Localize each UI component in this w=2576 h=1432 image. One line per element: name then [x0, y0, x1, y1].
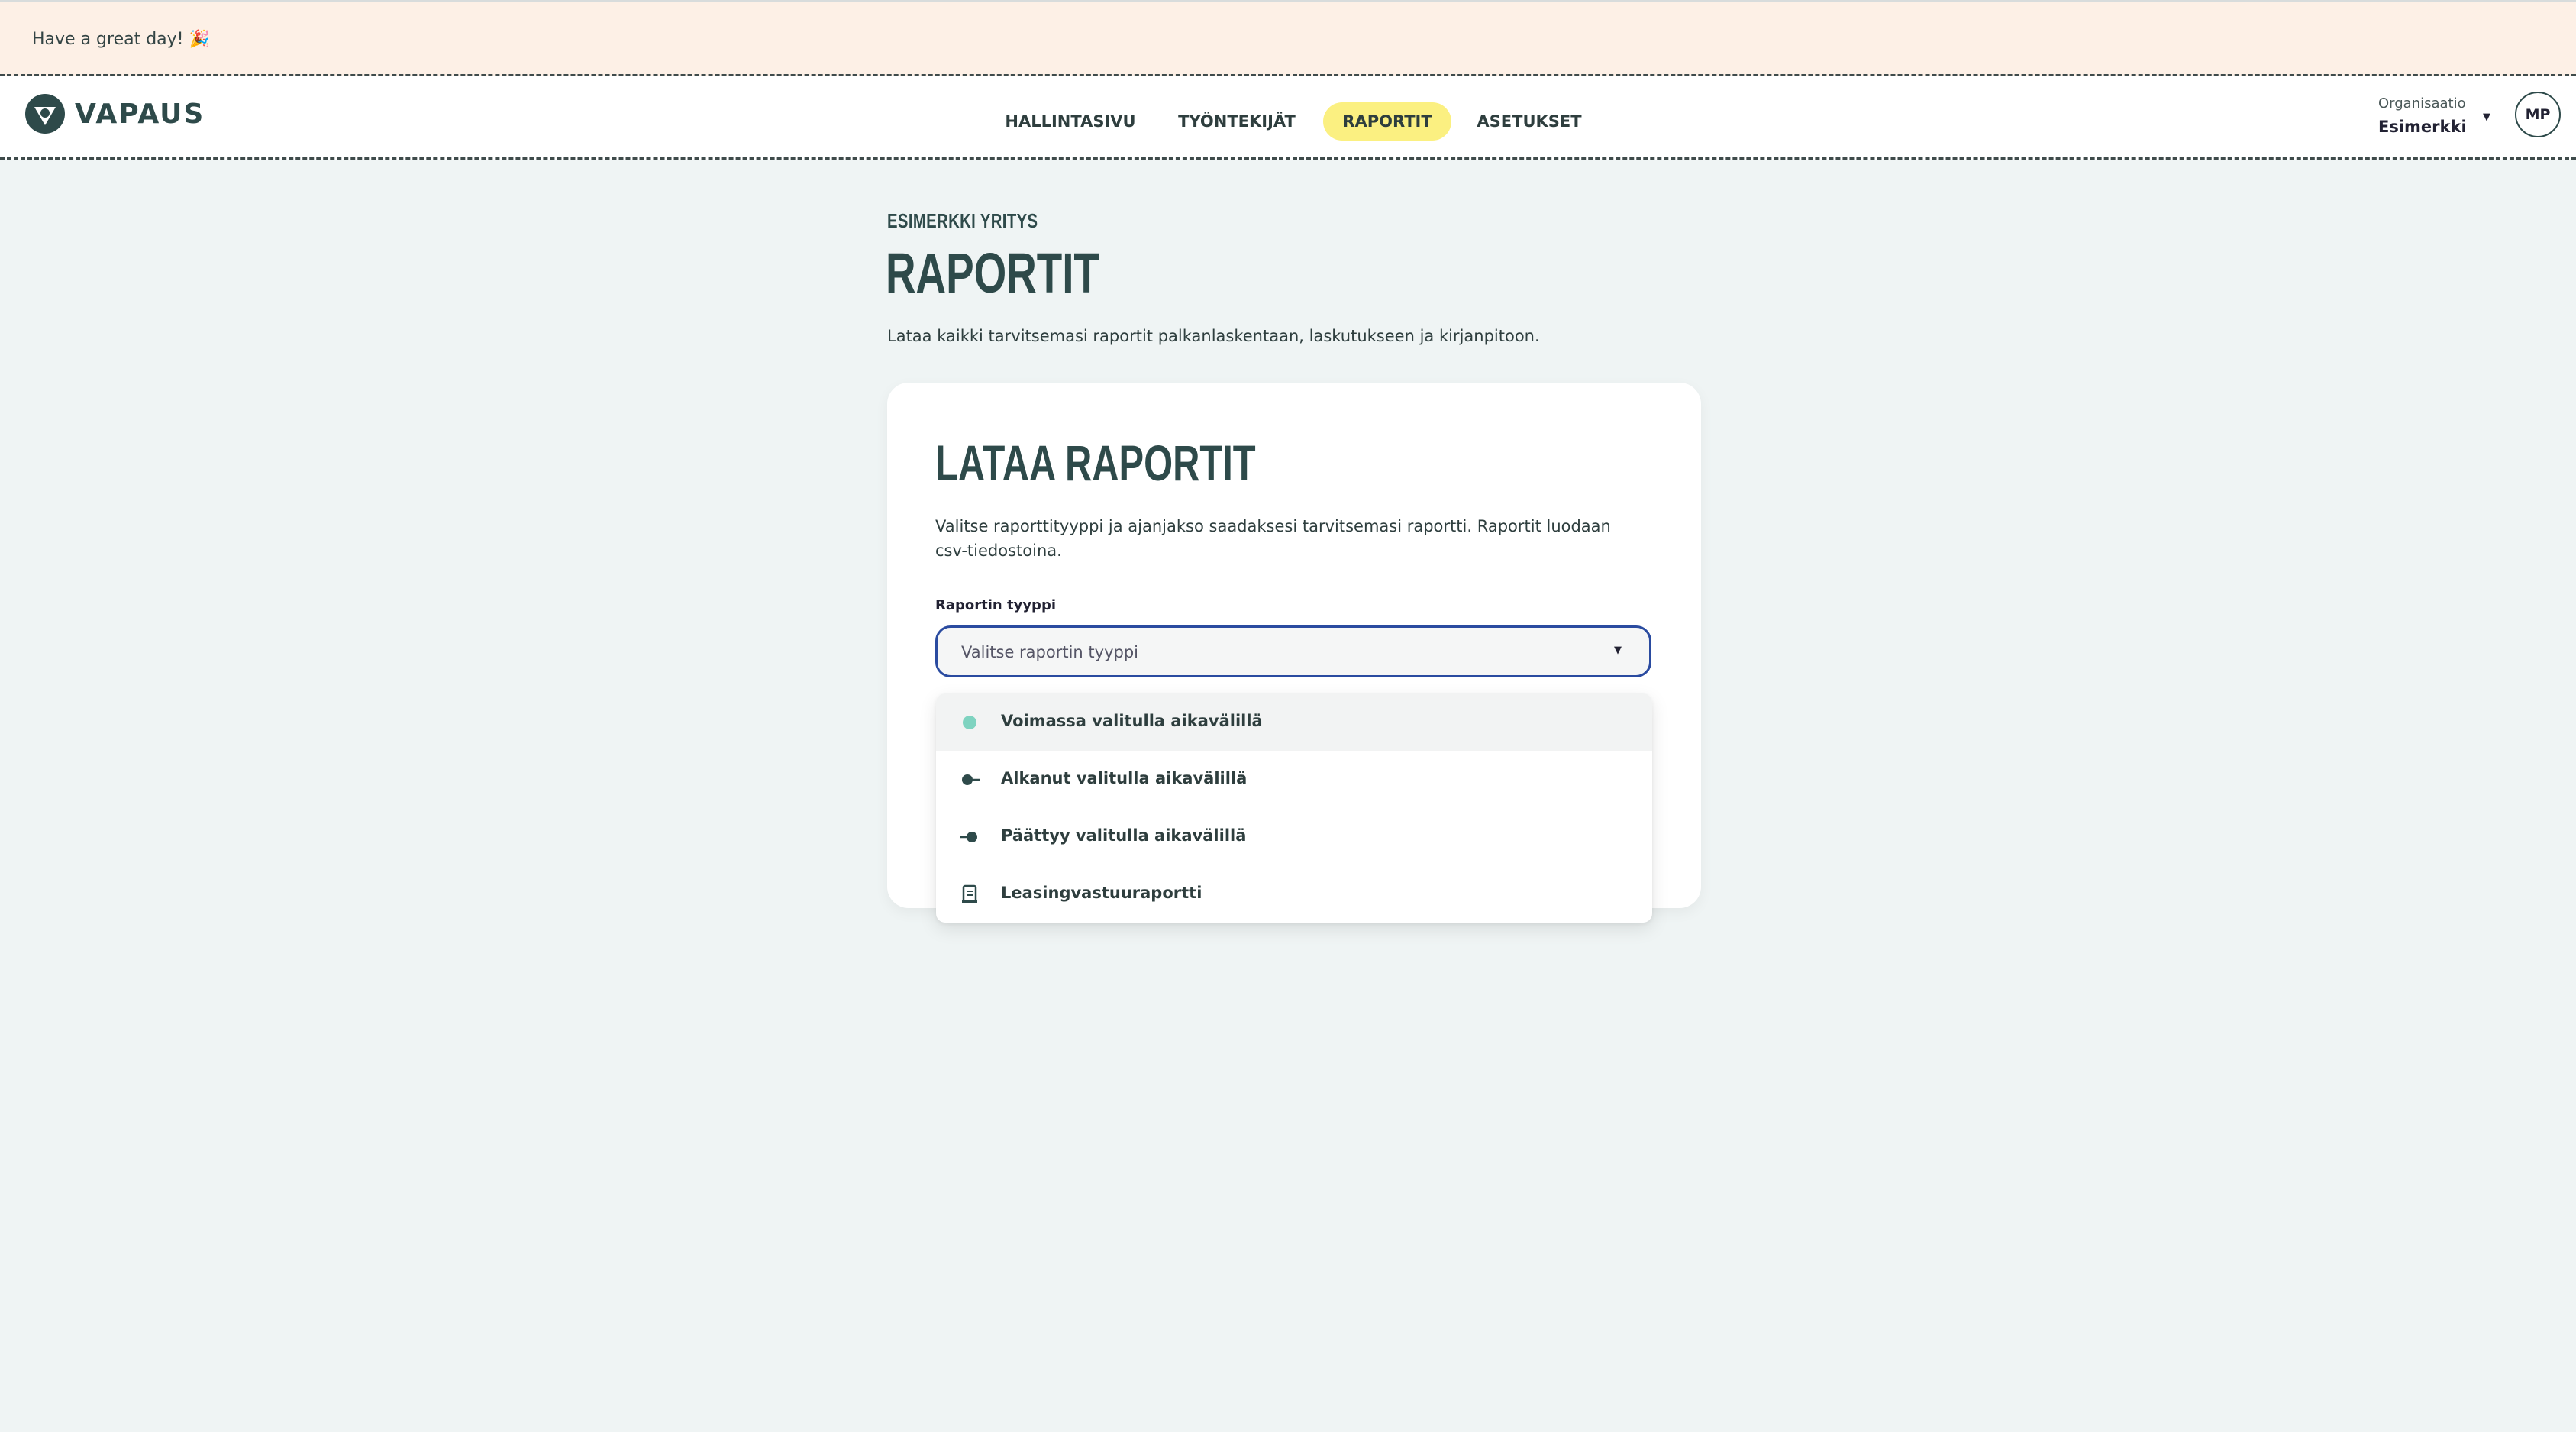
org-label: Organisaatio [2378, 95, 2466, 112]
nav-hallintasivu[interactable]: HALLINTASIVU [1002, 102, 1139, 141]
option-voimassa[interactable]: Voimassa valitulla aikavälillä [936, 693, 1652, 751]
option-leasingvastuuraportti[interactable]: Leasingvastuuraportti [936, 865, 1652, 923]
report-type-dropdown: Voimassa valitulla aikavälillä Alkanut v… [936, 693, 1652, 923]
top-navbar: VAPAUS HALLINTASIVU TYÖNTEKIJÄT RAPORTIT… [0, 76, 2576, 160]
org-name: Esimerkki [2378, 118, 2467, 136]
page-title: RAPORTIT [886, 241, 1099, 305]
option-label: Leasingvastuuraportti [1001, 884, 1202, 902]
start-dot-icon [962, 774, 980, 785]
nav-tyontekijat[interactable]: TYÖNTEKIJÄT [1176, 102, 1298, 141]
option-alkanut[interactable]: Alkanut valitulla aikavälillä [936, 751, 1652, 808]
nav-asetukset[interactable]: ASETUKSET [1474, 102, 1585, 141]
logo[interactable]: VAPAUS [24, 93, 205, 134]
vapaus-logo-icon [25, 94, 65, 134]
option-label: Alkanut valitulla aikavälillä [1001, 769, 1248, 787]
nav-raportit[interactable]: RAPORTIT [1323, 102, 1451, 141]
select-placeholder: Valitse raportin tyyppi [961, 643, 1138, 661]
caret-down-icon: ▼ [1614, 645, 1622, 656]
option-label: Voimassa valitulla aikavälillä [1001, 712, 1263, 730]
option-label: Päättyy valitulla aikavälillä [1001, 826, 1247, 845]
option-paattyy[interactable]: Päättyy valitulla aikavälillä [936, 808, 1652, 865]
page-description: Lataa kaikki tarvitsemasi raportit palka… [887, 327, 1540, 345]
announcement-banner: Have a great day! 🎉 [0, 0, 2576, 76]
card-description: Valitse raporttityyppi ja ajanjakso saad… [935, 517, 1611, 560]
end-dot-icon [960, 832, 977, 842]
card-title: LATAA RAPORTIT [935, 435, 1256, 491]
company-name: ESIMERKKI YRITYS [887, 209, 1038, 232]
user-avatar[interactable]: MP [2515, 92, 2561, 137]
report-type-label: Raportin tyyppi [935, 597, 1057, 613]
caret-down-icon: ▼ [2483, 112, 2490, 123]
banner-text: Have a great day! 🎉 [32, 30, 210, 49]
logo-text: VAPAUS [75, 98, 205, 130]
report-type-select[interactable]: Valitse raportin tyyppi ▼ [935, 625, 1651, 677]
active-dot-icon [963, 716, 976, 729]
report-document-icon [962, 884, 977, 903]
